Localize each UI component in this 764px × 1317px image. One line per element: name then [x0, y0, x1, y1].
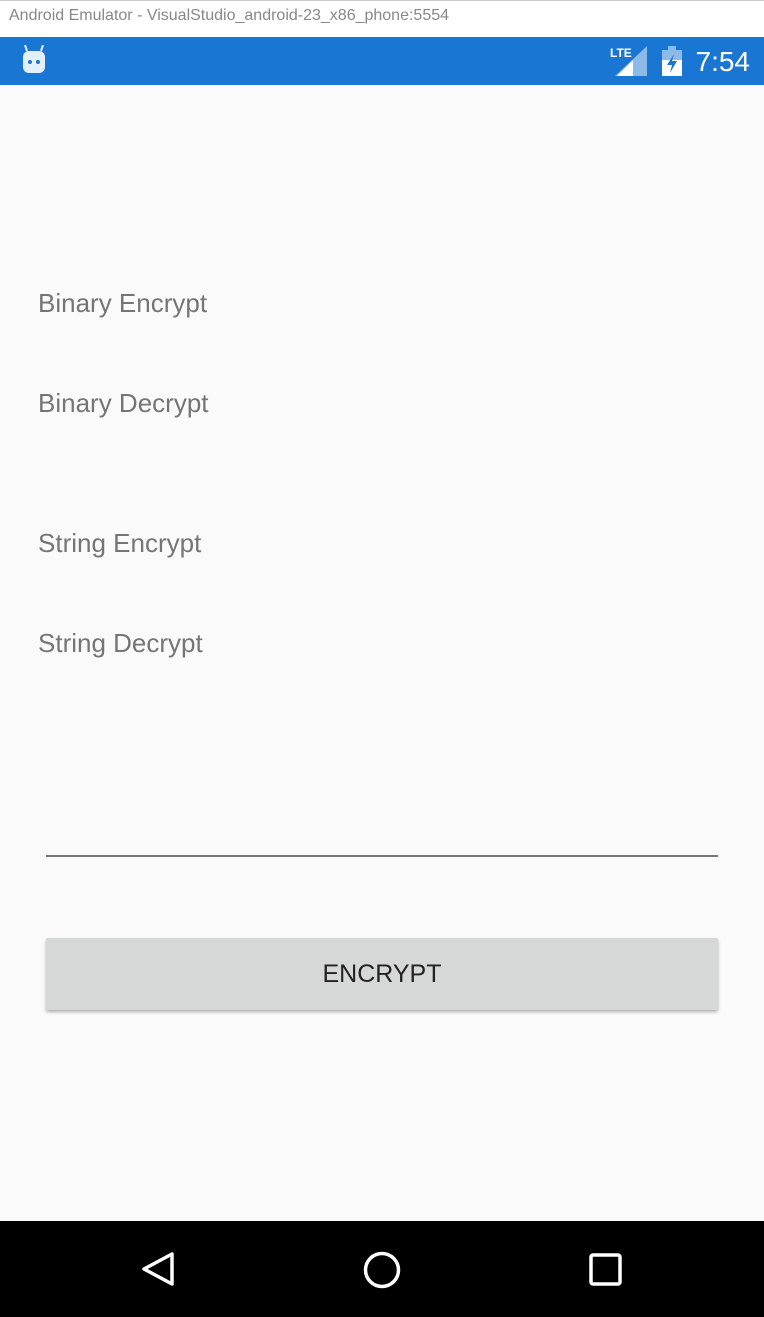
- binary-encrypt-label: Binary Encrypt: [38, 288, 208, 318]
- status-bar: LTE 7:54: [0, 37, 764, 85]
- battery-charging-icon: [662, 46, 682, 76]
- string-decrypt-label: String Decrypt: [38, 628, 203, 658]
- text-input[interactable]: [46, 810, 718, 856]
- recents-icon[interactable]: [589, 1253, 623, 1287]
- android-notification-icon: [23, 45, 45, 73]
- back-icon[interactable]: [140, 1251, 176, 1287]
- window-title: Android Emulator - VisualStudio_android-…: [9, 7, 450, 24]
- string-encrypt-label: String Encrypt: [38, 528, 202, 558]
- window-titlebar: Android Emulator - VisualStudio_android-…: [0, 0, 764, 37]
- home-icon[interactable]: [363, 1251, 401, 1289]
- encrypt-button[interactable]: ENCRYPT: [46, 938, 718, 1010]
- clock: 7:54: [695, 46, 751, 77]
- navigation-bar: [0, 1221, 764, 1317]
- binary-decrypt-label: Binary Decrypt: [38, 388, 209, 418]
- text-input-underline: [46, 855, 718, 857]
- signal-icon: [615, 46, 647, 76]
